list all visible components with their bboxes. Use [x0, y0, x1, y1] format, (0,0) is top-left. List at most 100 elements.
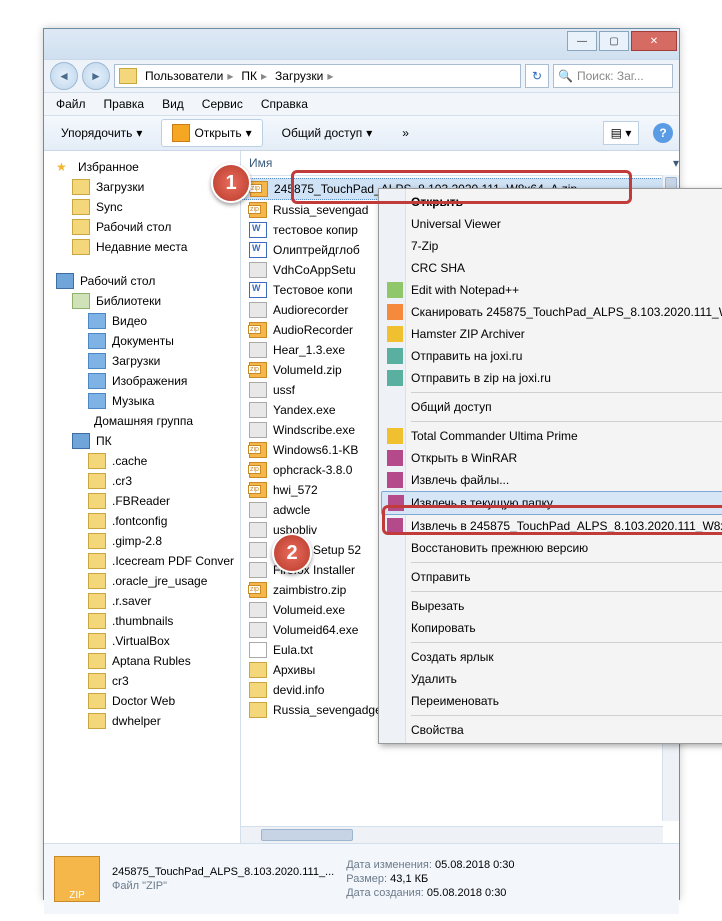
context-menu[interactable]: ОткрытьUniversal Viewer7-ZipCRC SHAEdit … — [378, 188, 722, 744]
context-item[interactable]: Свойства — [381, 719, 722, 741]
tree-item[interactable]: Изображения — [44, 371, 240, 391]
context-item[interactable]: Отправить — [381, 566, 722, 588]
context-item[interactable]: Копировать — [381, 617, 722, 639]
context-item[interactable]: Извлечь в текущую папку — [381, 491, 722, 515]
menu-service[interactable]: Сервис — [194, 95, 251, 113]
context-item[interactable]: Открыть в WinRAR — [381, 447, 722, 469]
tree-section[interactable]: Рабочий стол — [44, 271, 240, 291]
scroll-thumb[interactable] — [261, 829, 353, 841]
back-button[interactable]: ◄ — [50, 62, 78, 90]
tree-item[interactable]: Doctor Web — [44, 691, 240, 711]
more-button[interactable]: » — [391, 121, 420, 145]
close-button[interactable]: ✕ — [631, 31, 677, 51]
jx-icon — [387, 348, 403, 364]
menu-help[interactable]: Справка — [253, 95, 316, 113]
breadcrumb-seg[interactable]: Пользователи▸ — [141, 69, 237, 83]
tree-item[interactable]: Видео — [44, 311, 240, 331]
context-item[interactable]: CRC SHA — [381, 257, 722, 279]
context-item[interactable]: Общий доступ — [381, 396, 722, 418]
tree-item[interactable]: .gimp-2.8 — [44, 531, 240, 551]
details-filename: 245875_TouchPad_ALPS_8.103.2020.111_... — [112, 866, 334, 878]
forward-button[interactable]: ► — [82, 62, 110, 90]
tree-item[interactable]: Документы — [44, 331, 240, 351]
context-item[interactable]: Hamster ZIP Archiver — [381, 323, 722, 345]
exe-icon — [249, 382, 267, 398]
details-pane: ZIP 245875_TouchPad_ALPS_8.103.2020.111_… — [44, 843, 679, 914]
tree-item[interactable]: .cr3 — [44, 471, 240, 491]
zip-icon — [249, 442, 267, 458]
context-item[interactable]: Вырезать — [381, 595, 722, 617]
tree-item[interactable]: .thumbnails — [44, 611, 240, 631]
help-button[interactable]: ? — [653, 123, 673, 143]
tree-item[interactable]: Sync — [44, 197, 240, 217]
context-separator — [411, 642, 722, 643]
context-item[interactable]: Universal Viewer — [381, 213, 722, 235]
context-item[interactable]: Переименовать — [381, 690, 722, 712]
folder-icon — [119, 68, 137, 84]
context-item[interactable]: Удалить — [381, 668, 722, 690]
context-item[interactable]: Отправить на joxi.ru — [381, 345, 722, 367]
search-input[interactable]: 🔍Поиск: Заг... — [553, 64, 673, 88]
maximize-button[interactable]: ▢ — [599, 31, 629, 51]
zip-icon: ZIP — [54, 856, 100, 902]
tree-item[interactable]: Домашняя группа — [44, 411, 240, 431]
doc-icon — [249, 282, 267, 298]
share-button[interactable]: Общий доступ ▾ — [271, 121, 384, 145]
tree-item[interactable]: Aptana Rubles — [44, 651, 240, 671]
context-item[interactable]: Извлечь в 245875_TouchPad_ALPS_8.103.202… — [381, 515, 722, 537]
menu-view[interactable]: Вид — [154, 95, 192, 113]
context-separator — [411, 591, 722, 592]
badge-1: 1 — [211, 163, 251, 203]
column-header[interactable]: Имя▾ — [241, 151, 679, 176]
refresh-button[interactable]: ↻ — [525, 64, 549, 88]
zip-icon — [249, 362, 267, 378]
badge-2: 2 — [272, 533, 312, 573]
context-item[interactable]: Edit with Notepad++ — [381, 279, 722, 301]
tree-item[interactable]: Библиотеки — [44, 291, 240, 311]
tree-item[interactable]: .cache — [44, 451, 240, 471]
context-item[interactable]: Извлечь файлы... — [381, 469, 722, 491]
context-item[interactable]: Total Commander Ultima Prime — [381, 425, 722, 447]
context-item[interactable]: Открыть — [381, 191, 722, 213]
nav-tree[interactable]: ★ИзбранноеЗагрузкиSyncРабочий столНедавн… — [44, 151, 241, 843]
context-item[interactable]: Создать ярлык — [381, 646, 722, 668]
exe-icon — [249, 302, 267, 318]
tree-item[interactable]: Музыка — [44, 391, 240, 411]
tree-item[interactable]: dwhelper — [44, 711, 240, 731]
organize-button[interactable]: Упорядочить ▾ — [50, 121, 153, 145]
tree-item[interactable]: .FBReader — [44, 491, 240, 511]
exe-icon — [249, 602, 267, 618]
breadcrumb-seg[interactable]: ПК▸ — [237, 69, 271, 83]
rar-icon — [388, 495, 404, 511]
horizontal-scrollbar[interactable] — [241, 826, 663, 843]
av-icon — [387, 304, 403, 320]
tree-item[interactable]: .r.saver — [44, 591, 240, 611]
tree-item[interactable]: .oracle_jre_usage — [44, 571, 240, 591]
minimize-button[interactable]: — — [567, 31, 597, 51]
zip-icon — [249, 482, 267, 498]
tree-item[interactable]: Загрузки — [44, 351, 240, 371]
context-item[interactable]: Сканировать 245875_TouchPad_ALPS_8.103.2… — [381, 301, 722, 323]
tree-item[interactable]: ПК — [44, 431, 240, 451]
breadcrumb-seg[interactable]: Загрузки▸ — [271, 69, 337, 83]
exe-icon — [249, 522, 267, 538]
tree-item[interactable]: cr3 — [44, 671, 240, 691]
tree-item[interactable]: .fontconfig — [44, 511, 240, 531]
tree-item[interactable]: .VirtualBox — [44, 631, 240, 651]
tree-item[interactable]: Рабочий стол — [44, 217, 240, 237]
address-bar[interactable]: Пользователи▸ ПК▸ Загрузки▸ — [114, 64, 521, 88]
menu-file[interactable]: Файл — [48, 95, 94, 113]
zip-icon — [250, 181, 268, 197]
view-button[interactable]: ▤ ▾ — [603, 121, 639, 145]
open-button[interactable]: Открыть ▾ — [161, 119, 262, 147]
tree-item[interactable]: Недавние места — [44, 237, 240, 257]
doc-icon — [249, 242, 267, 258]
tree-item[interactable]: .Icecream PDF Conver — [44, 551, 240, 571]
hm-icon — [387, 326, 403, 342]
menu-edit[interactable]: Правка — [96, 95, 153, 113]
context-item[interactable]: Отправить в zip на joxi.ru — [381, 367, 722, 389]
context-item[interactable]: 7-Zip — [381, 235, 722, 257]
exe-icon — [249, 502, 267, 518]
tree-section[interactable]: ★Избранное — [44, 157, 240, 177]
context-item[interactable]: Восстановить прежнюю версию — [381, 537, 722, 559]
